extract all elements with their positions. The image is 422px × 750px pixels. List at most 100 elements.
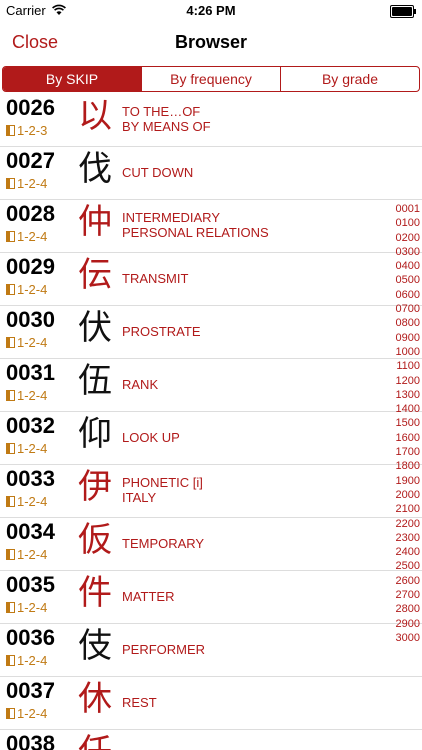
index-item[interactable]: 3000 xyxy=(392,631,420,645)
skip-code: 1-2-4 xyxy=(6,494,47,509)
index-item[interactable]: 1900 xyxy=(392,474,420,488)
kanji-number: 0038 xyxy=(6,731,55,750)
skip-code-text: 1-2-4 xyxy=(17,335,48,350)
skip-pattern-icon xyxy=(6,390,15,401)
skip-pattern-icon xyxy=(6,337,15,348)
kanji-row[interactable]: 0034 1-2-4 仮 TEMPORARY xyxy=(0,517,422,571)
index-item[interactable]: 1200 xyxy=(392,374,420,388)
index-item[interactable]: 2500 xyxy=(392,559,420,573)
tab-by-frequency[interactable]: By frequency xyxy=(141,67,280,91)
kanji-number: 0031 xyxy=(6,360,55,385)
index-item[interactable]: 0800 xyxy=(392,316,420,330)
kanji-row[interactable]: 0037 1-2-4 休 REST xyxy=(0,676,422,730)
kanji-row[interactable]: 0030 1-2-4 伏 PROSTRATE xyxy=(0,305,422,359)
index-item[interactable]: 2200 xyxy=(392,517,420,531)
index-item[interactable]: 2600 xyxy=(392,574,420,588)
skip-code: 1-2-4 xyxy=(6,229,47,244)
index-item[interactable]: 2900 xyxy=(392,617,420,631)
kanji-row[interactable]: 0036 1-2-4 伎 PERFORMER xyxy=(0,623,422,677)
kanji-row[interactable]: 0029 1-2-4 伝 TRANSMIT xyxy=(0,252,422,306)
kanji-meaning: PHONETIC [i] xyxy=(122,475,203,490)
index-item[interactable]: 0001 xyxy=(392,202,420,216)
kanji-character: 休 xyxy=(78,680,112,718)
skip-code: 1-2-4 xyxy=(6,706,47,721)
skip-pattern-icon xyxy=(6,708,15,719)
kanji-meaning: PROSTRATE xyxy=(122,324,201,339)
skip-code-text: 1-2-4 xyxy=(17,653,48,668)
kanji-row[interactable]: 0031 1-2-4 伍 RANK xyxy=(0,358,422,412)
index-item[interactable]: 0700 xyxy=(392,302,420,316)
skip-code-text: 1-2-4 xyxy=(17,494,48,509)
kanji-row[interactable]: 0027 1-2-4 伐 CUT DOWN xyxy=(0,146,422,200)
index-item[interactable]: 0100 xyxy=(392,216,420,230)
index-item[interactable]: 0200 xyxy=(392,231,420,245)
kanji-character: 伏 xyxy=(78,309,112,347)
kanji-row[interactable]: 0033 1-2-4 伊 PHONETIC [i] ITALY xyxy=(0,464,422,518)
skip-pattern-icon xyxy=(6,602,15,613)
kanji-row[interactable]: 0026 1-2-3 以 TO THE…OF BY MEANS OF xyxy=(0,94,422,147)
kanji-number: 0037 xyxy=(6,678,55,703)
skip-pattern-icon xyxy=(6,549,15,560)
kanji-character: 件 xyxy=(78,574,112,612)
index-item[interactable]: 1300 xyxy=(392,388,420,402)
index-item[interactable]: 2800 xyxy=(392,602,420,616)
index-item[interactable]: 1800 xyxy=(392,459,420,473)
skip-code-text: 1-2-4 xyxy=(17,600,48,615)
kanji-meaning: TRANSMIT xyxy=(122,271,189,286)
skip-code-text: 1-2-4 xyxy=(17,547,48,562)
kanji-row[interactable]: 0035 1-2-4 件 MATTER xyxy=(0,570,422,624)
kanji-character: 伊 xyxy=(78,468,112,506)
skip-code-text: 1-2-4 xyxy=(17,441,48,456)
index-item[interactable]: 0600 xyxy=(392,288,420,302)
index-item[interactable]: 0400 xyxy=(392,259,420,273)
index-item[interactable]: 2000 xyxy=(392,488,420,502)
kanji-row[interactable]: 0028 1-2-4 仲 INTERMEDIARY PERSONAL RELATIONS xyxy=(0,199,422,253)
kanji-character: 伐 xyxy=(78,150,112,188)
kanji-row[interactable]: 00381-2-4任OFFICE xyxy=(0,729,422,750)
kanji-number: 0026 xyxy=(6,95,55,120)
skip-code: 1-2-4 xyxy=(6,176,47,191)
navigation-bar: Close Browser xyxy=(0,22,422,64)
kanji-meaning: CUT DOWN xyxy=(122,165,194,180)
skip-code: 1-2-4 xyxy=(6,653,47,668)
kanji-number: 0034 xyxy=(6,519,55,544)
index-item[interactable]: 1100 xyxy=(392,359,420,373)
index-item[interactable]: 2300 xyxy=(392,531,420,545)
index-item[interactable]: 0900 xyxy=(392,331,420,345)
index-item[interactable]: 1400 xyxy=(392,402,420,416)
index-item[interactable]: 1000 xyxy=(392,345,420,359)
kanji-character: 以 xyxy=(78,97,112,135)
tab-by-skip[interactable]: By SKIP xyxy=(3,67,141,91)
index-item[interactable]: 2400 xyxy=(392,545,420,559)
skip-code: 1-2-4 xyxy=(6,547,47,562)
index-item[interactable]: 0500 xyxy=(392,273,420,287)
kanji-number: 0027 xyxy=(6,148,55,173)
kanji-number: 0030 xyxy=(6,307,55,332)
kanji-list[interactable]: 0026 1-2-3 以 TO THE…OF BY MEANS OF 0027 1-2-4 伐… xyxy=(0,94,422,750)
kanji-row[interactable]: 0032 1-2-4 仰 LOOK UP xyxy=(0,411,422,465)
kanji-number: 0032 xyxy=(6,413,55,438)
skip-pattern-icon xyxy=(6,655,15,666)
kanji-number: 0033 xyxy=(6,466,55,491)
skip-code: 1-2-4 xyxy=(6,335,47,350)
skip-pattern-icon xyxy=(6,231,15,242)
skip-code: 1-2-4 xyxy=(6,600,47,615)
section-index-bar[interactable]: 0001 0100 0200 0300 0400 0500 0600 0700 0800 0900… xyxy=(392,202,420,645)
index-item[interactable]: 1700 xyxy=(392,445,420,459)
kanji-meaning: PERFORMER xyxy=(122,642,206,657)
skip-code: 1-2-4 xyxy=(6,388,47,403)
index-item[interactable]: 2700 xyxy=(392,588,420,602)
index-item[interactable]: 0300 xyxy=(392,245,420,259)
index-item[interactable]: 1600 xyxy=(392,431,420,445)
skip-pattern-icon xyxy=(6,178,15,189)
index-item[interactable]: 1500 xyxy=(392,416,420,430)
tab-by-grade[interactable]: By grade xyxy=(280,67,419,91)
status-time: 4:26 PM xyxy=(186,3,236,18)
kanji-meaning: INTERMEDIARY xyxy=(122,210,220,225)
skip-code-text: 1-2-4 xyxy=(17,388,48,403)
index-item[interactable]: 2100 xyxy=(392,502,420,516)
skip-code-text: 1-2-3 xyxy=(17,123,48,138)
kanji-meaning: LOOK UP xyxy=(122,430,180,445)
kanji-number: 0036 xyxy=(6,625,55,650)
kanji-meaning: REST xyxy=(122,695,157,710)
